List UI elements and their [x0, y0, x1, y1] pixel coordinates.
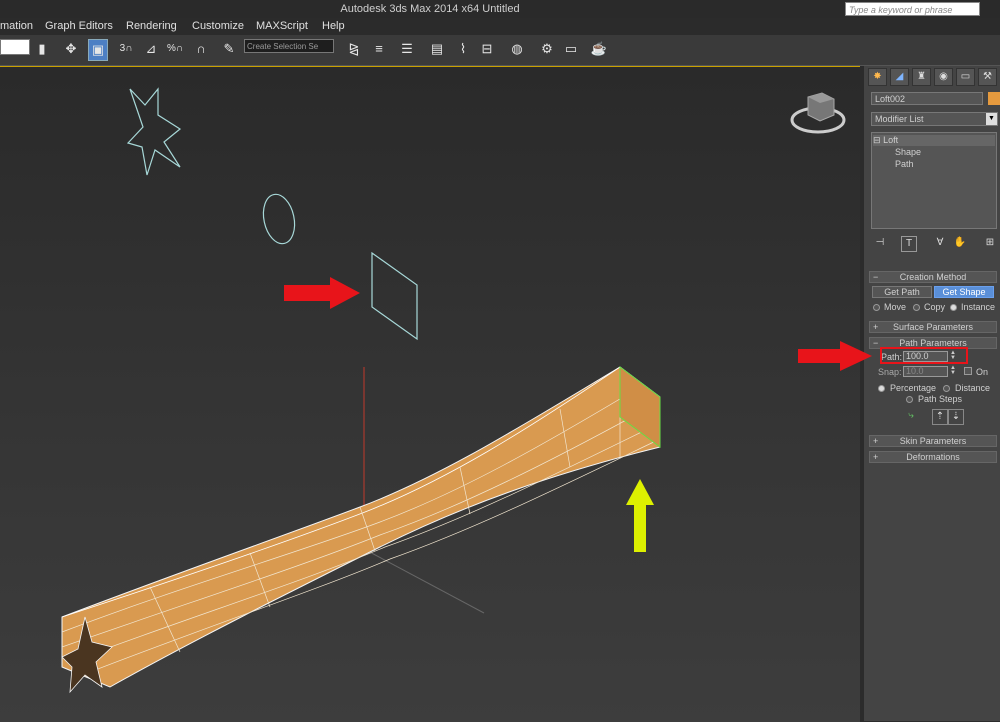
- rectangle-spline[interactable]: [371, 251, 418, 341]
- collapse-icon: −: [873, 272, 879, 282]
- object-color-swatch[interactable]: [988, 92, 1000, 105]
- menu-rendering[interactable]: Rendering: [126, 20, 177, 32]
- instance-label: Instance: [961, 302, 996, 312]
- show-end-result-icon[interactable]: T: [901, 236, 917, 252]
- chevron-down-icon: ▼: [986, 113, 997, 125]
- pick-shape-icon[interactable]: ⤷: [904, 409, 918, 423]
- panel-divider: [862, 66, 864, 721]
- path-annotation-arrow: [798, 341, 872, 371]
- material-editor-icon[interactable]: ◍: [508, 39, 526, 59]
- perspective-viewport[interactable]: [0, 66, 860, 722]
- menu-customize[interactable]: Customize: [192, 20, 244, 32]
- rendered-frame-window-icon[interactable]: ▭: [562, 39, 580, 59]
- get-path-button[interactable]: Get Path: [872, 286, 932, 298]
- curve-editor-icon[interactable]: ⌇: [454, 39, 472, 59]
- deformations-rollout[interactable]: + Deformations: [869, 451, 997, 463]
- get-shape-button[interactable]: Get Shape: [934, 286, 994, 298]
- hierarchy-tab[interactable]: ♜: [912, 68, 931, 86]
- reference-coordinate-dropdown[interactable]: [0, 39, 30, 55]
- schematic-view-icon[interactable]: ⊟: [478, 39, 496, 59]
- creation-method-rollout[interactable]: − Creation Method: [869, 271, 997, 283]
- utilities-tab[interactable]: ⚒: [978, 68, 997, 86]
- stack-item-loft[interactable]: ⊟ Loft: [873, 135, 995, 146]
- modifier-stack[interactable]: ⊟ Loft Shape Path: [871, 132, 997, 229]
- graphite-toolbar-icon[interactable]: ▤: [428, 39, 446, 59]
- percentage-radio[interactable]: [878, 385, 885, 392]
- menu-graph-editors[interactable]: Graph Editors: [45, 20, 113, 32]
- viewport-scene: [61, 87, 846, 694]
- search-input[interactable]: Type a keyword or phrase: [845, 2, 980, 16]
- menu-bar: mation Graph Editors Rendering Customize…: [0, 18, 1000, 35]
- menu-maxscript[interactable]: MAXScript: [256, 20, 308, 32]
- snap-3d-icon[interactable]: 3∩: [117, 39, 135, 59]
- create-tab[interactable]: ✸: [868, 68, 887, 86]
- expand-icon: +: [873, 452, 879, 462]
- command-panel: ✸ ◢ ♜ ◉ ▭ ⚒ Loft002 Modifier List ▼ ⊟ Lo…: [862, 66, 1000, 721]
- display-tab[interactable]: ▭: [956, 68, 975, 86]
- title-bar: Autodesk 3ds Max 2014 x64 Untitled Type …: [0, 0, 1000, 18]
- object-name-field[interactable]: Loft002: [871, 92, 983, 105]
- modifier-list-label: Modifier List: [875, 114, 924, 124]
- star-spline[interactable]: [126, 87, 182, 176]
- move-radio[interactable]: [873, 304, 880, 311]
- move-label: Move: [884, 302, 907, 312]
- next-shape-icon[interactable]: ⇣: [948, 409, 964, 425]
- named-selection-set-dropdown[interactable]: Create Selection Se: [244, 39, 334, 53]
- stack-item-path[interactable]: Path: [873, 159, 995, 170]
- render-setup-icon[interactable]: ⚙: [538, 39, 556, 59]
- snap-on-checkbox[interactable]: [964, 367, 972, 375]
- viewcube-icon[interactable]: [790, 92, 846, 134]
- distance-radio[interactable]: [943, 385, 950, 392]
- collapse-icon: ⊟: [873, 135, 881, 145]
- motion-tab[interactable]: ◉: [934, 68, 953, 86]
- expand-icon: +: [873, 322, 879, 332]
- loft-object[interactable]: [61, 366, 661, 694]
- main-toolbar: ▮ ✥ ▣ 3∩ ⊿ %∩ ∩ ✎ Create Selection Se ⧎ …: [0, 35, 1000, 66]
- modify-tab[interactable]: ◢: [890, 68, 909, 86]
- instance-radio[interactable]: [950, 304, 957, 311]
- expand-icon: +: [873, 436, 879, 446]
- align-icon[interactable]: ≡: [370, 39, 388, 59]
- select-object-icon[interactable]: ▣: [88, 39, 108, 61]
- edit-named-selection-icon[interactable]: ✎: [220, 39, 238, 59]
- render-teapot-icon[interactable]: ☕: [590, 39, 608, 59]
- percentage-label: Percentage: [890, 383, 937, 393]
- circle-spline[interactable]: [259, 191, 299, 246]
- distance-label: Distance: [955, 383, 991, 393]
- path-highlight-box: [880, 347, 968, 364]
- menu-animation[interactable]: mation: [0, 20, 33, 32]
- layer-manager-icon[interactable]: ☰: [398, 39, 416, 59]
- yellow-annotation-arrow: [626, 479, 654, 552]
- surface-parameters-rollout[interactable]: + Surface Parameters: [869, 321, 997, 333]
- snap-value-field[interactable]: 10.0: [903, 366, 948, 377]
- angle-snap-icon[interactable]: ⊿: [142, 39, 160, 59]
- red-annotation-arrow: [284, 277, 360, 309]
- pin-stack-icon[interactable]: ⊣: [873, 236, 887, 250]
- mirror-icon[interactable]: ⧎: [345, 39, 363, 59]
- snap-label: Snap:: [878, 367, 902, 377]
- path-steps-radio[interactable]: [906, 396, 913, 403]
- menu-help[interactable]: Help: [322, 20, 345, 32]
- named-selection-icon[interactable]: ▮: [33, 39, 51, 59]
- window-title: Autodesk 3ds Max 2014 x64 Untitled: [340, 3, 520, 15]
- previous-shape-icon[interactable]: ⇡: [932, 409, 948, 425]
- percent-snap-icon[interactable]: %∩: [166, 39, 184, 59]
- configure-modifier-sets-icon[interactable]: ⊞: [983, 236, 997, 250]
- remove-modifier-icon[interactable]: ✋: [953, 236, 967, 250]
- make-unique-icon[interactable]: ∀: [933, 236, 947, 250]
- spinner-snap-icon[interactable]: ∩: [192, 39, 210, 59]
- modifier-list-dropdown[interactable]: Modifier List ▼: [871, 112, 998, 126]
- snap-on-label: On: [976, 367, 989, 377]
- select-move-icon[interactable]: ✥: [62, 39, 80, 59]
- stack-toolbar: ⊣ T ∀ ✋ ⊞: [871, 236, 998, 252]
- copy-label: Copy: [924, 302, 946, 312]
- snap-spinner[interactable]: ▲ ▼: [949, 365, 957, 377]
- copy-radio[interactable]: [913, 304, 920, 311]
- skin-parameters-rollout[interactable]: + Skin Parameters: [869, 435, 997, 447]
- stack-item-shape[interactable]: Shape: [873, 147, 995, 158]
- path-steps-label: Path Steps: [918, 394, 963, 404]
